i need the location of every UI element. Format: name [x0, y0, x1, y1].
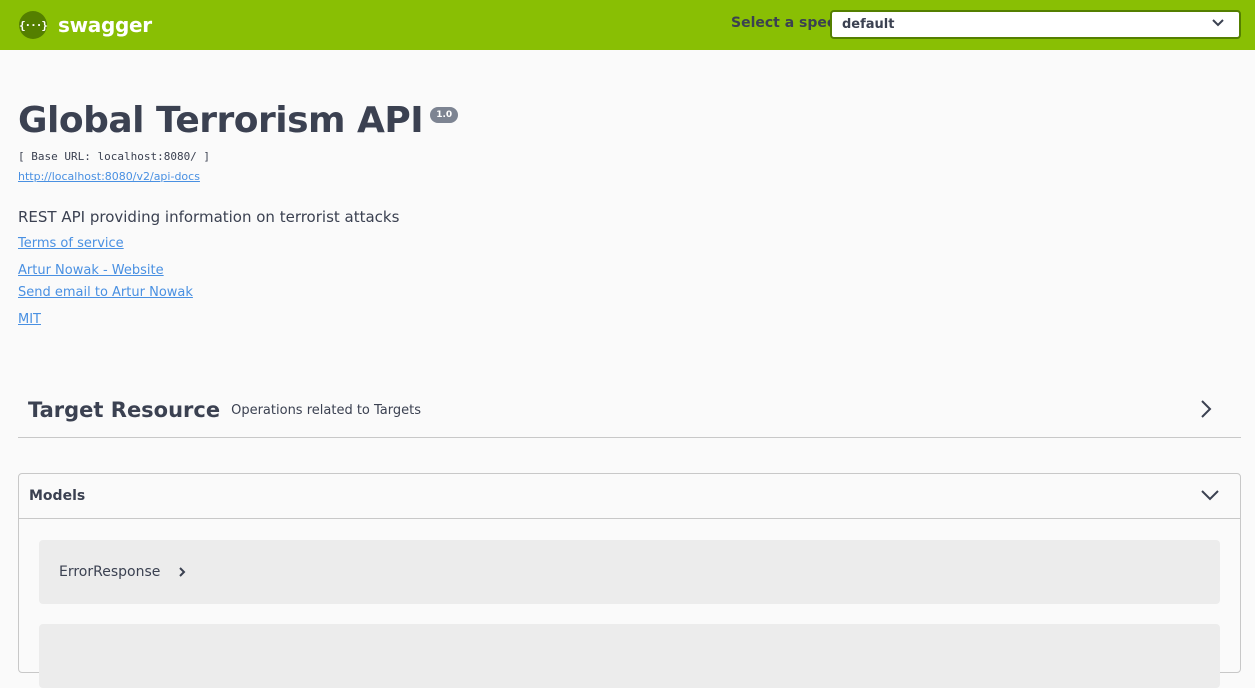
api-info: Global Terrorism API 1.0: [18, 100, 459, 141]
terms-of-service-link[interactable]: Terms of service: [18, 236, 124, 251]
select-spec-label: Select a spec: [731, 15, 836, 31]
chevron-down-icon[interactable]: [1200, 488, 1220, 502]
chevron-right-icon[interactable]: [1199, 399, 1213, 419]
chevron-down-icon: [1212, 19, 1224, 27]
brand-name: swagger: [58, 13, 152, 37]
resource-name: Target Resource: [28, 398, 221, 422]
contact-email-link[interactable]: Send email to Artur Nowak: [18, 285, 193, 300]
base-url: [ Base URL: localhost:8080/ ]: [18, 150, 211, 163]
swagger-logo[interactable]: {···} swagger: [19, 11, 152, 39]
model-name: ErrorResponse: [59, 564, 161, 580]
topbar: {···} swagger Select a spec default: [0, 0, 1255, 50]
license-link[interactable]: MIT: [18, 312, 41, 327]
chevron-right-icon: [178, 566, 186, 578]
model-item[interactable]: [39, 624, 1220, 688]
target-resource-section[interactable]: Target Resource Operations related to Ta…: [18, 383, 1241, 438]
models-header[interactable]: Models: [19, 474, 1240, 519]
resource-description: Operations related to Targets: [231, 402, 421, 418]
models-section: Models ErrorResponse: [18, 473, 1241, 688]
contact-website-link[interactable]: Artur Nowak - Website: [18, 263, 164, 278]
api-description: REST API providing information on terror…: [18, 208, 400, 226]
swagger-logo-icon: {···}: [19, 11, 48, 39]
page-title: Global Terrorism API 1.0: [18, 100, 459, 141]
api-docs-link[interactable]: http://localhost:8080/v2/api-docs: [18, 170, 200, 183]
models-title: Models: [29, 488, 86, 504]
api-title: Global Terrorism API: [18, 100, 424, 141]
spec-select-value: default: [842, 17, 895, 32]
version-badge: 1.0: [430, 107, 459, 123]
spec-select[interactable]: default: [830, 10, 1241, 39]
model-item-errorresponse[interactable]: ErrorResponse: [39, 540, 1220, 604]
